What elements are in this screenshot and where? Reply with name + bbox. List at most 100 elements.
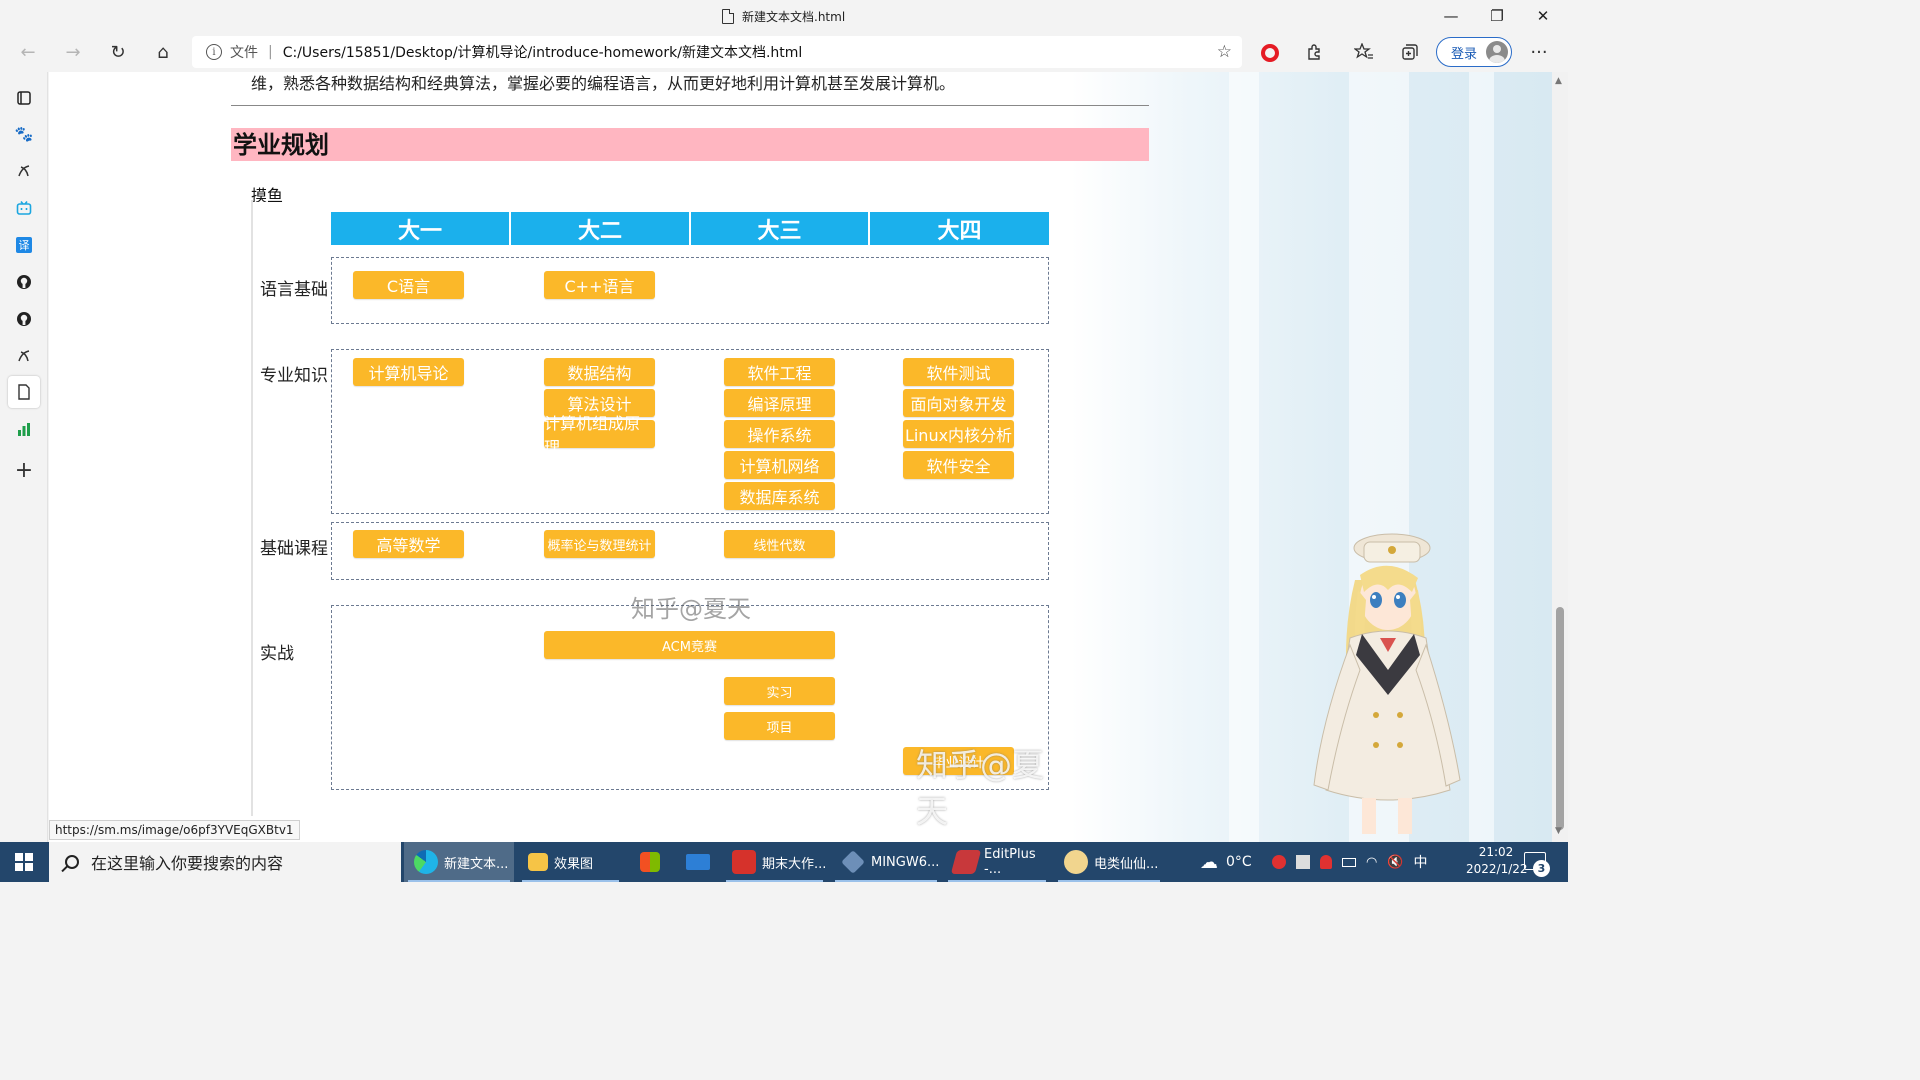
taskbar-search-placeholder: 在这里输入你要搜索的内容 bbox=[91, 854, 284, 873]
clock[interactable]: 21:02 2022/1/22 bbox=[1466, 844, 1528, 878]
taskbar-item-mail[interactable] bbox=[676, 842, 718, 882]
clock-date: 2022/1/22 bbox=[1466, 862, 1528, 876]
edge-icon bbox=[414, 850, 438, 874]
battery-icon[interactable] bbox=[1342, 857, 1356, 867]
taskbar-item-folder[interactable]: 效果图 bbox=[518, 842, 623, 882]
qq-tray-icon[interactable] bbox=[1320, 855, 1332, 869]
ime-indicator[interactable]: 中 bbox=[1414, 852, 1428, 872]
anime-character-widget[interactable] bbox=[1300, 520, 1470, 840]
folder-icon bbox=[528, 853, 548, 871]
study-plan-image[interactable]: 大一 大二 大三 大四 语言基础 专业知识 基础课程 实战 C语言 C++语言 … bbox=[253, 202, 1053, 830]
course-cpp: C++语言 bbox=[544, 271, 655, 299]
year-header: 大一 bbox=[331, 212, 511, 245]
forward-button[interactable]: → bbox=[57, 36, 89, 68]
taskbar-item-mingw[interactable]: MINGW6... bbox=[831, 842, 941, 882]
extensions-icon[interactable] bbox=[1299, 36, 1331, 68]
page-scrollbar[interactable]: ▲ ▼ bbox=[1552, 72, 1568, 842]
taskbar-item-label: MINGW6... bbox=[871, 854, 940, 870]
stats-icon[interactable] bbox=[8, 413, 40, 445]
baidu-icon[interactable]: 🐾 bbox=[8, 118, 40, 150]
epic-tray-icon[interactable] bbox=[1296, 855, 1310, 869]
login-button[interactable]: 登录 bbox=[1436, 37, 1512, 67]
row-label: 基础课程 bbox=[260, 539, 328, 559]
year-header: 大三 bbox=[691, 212, 870, 245]
maximize-button[interactable]: ❐ bbox=[1474, 0, 1520, 32]
title-bar: 新建文本文档.html — ❐ ✕ bbox=[0, 0, 1568, 32]
course-os: 操作系统 bbox=[724, 420, 835, 448]
weibo-tray-icon[interactable] bbox=[1272, 855, 1286, 869]
close-button[interactable]: ✕ bbox=[1520, 0, 1566, 32]
mingw-icon bbox=[841, 850, 865, 874]
taskbar-item-label: EditPlus -... bbox=[984, 847, 1036, 877]
search-icon bbox=[65, 855, 79, 869]
back-button[interactable]: ← bbox=[12, 36, 44, 68]
row-label: 语言基础 bbox=[260, 280, 328, 300]
wifi-icon[interactable]: ◠ bbox=[1366, 855, 1377, 870]
background-decoration bbox=[1469, 72, 1494, 842]
year-header: 大四 bbox=[870, 212, 1049, 245]
scroll-thumb[interactable] bbox=[1556, 607, 1564, 830]
scroll-up-icon[interactable]: ▲ bbox=[1555, 76, 1562, 86]
taskbar-item-editplus[interactable]: EditPlus -... bbox=[944, 842, 1050, 882]
course-calculus: 高等数学 bbox=[353, 530, 464, 558]
address-separator: | bbox=[268, 44, 273, 60]
translate-icon[interactable]: 译 bbox=[8, 229, 40, 261]
document-icon bbox=[722, 9, 734, 24]
divider bbox=[231, 105, 1149, 106]
course-compilers: 编译原理 bbox=[724, 389, 835, 417]
temperature: 0°C bbox=[1226, 854, 1252, 870]
tab-actions-icon[interactable] bbox=[8, 82, 40, 114]
home-button[interactable]: ⌂ bbox=[147, 36, 179, 68]
course-software-eng: 软件工程 bbox=[724, 358, 835, 386]
pinned-site-icon-2[interactable] bbox=[8, 340, 40, 372]
login-label: 登录 bbox=[1451, 46, 1478, 62]
group-avatar-icon bbox=[1064, 850, 1088, 874]
window-title: 新建文本文档.html bbox=[722, 8, 845, 25]
taskbar-item-label: 电类仙仙... bbox=[1094, 856, 1159, 872]
github-icon[interactable] bbox=[8, 266, 40, 298]
bilibili-icon[interactable] bbox=[8, 192, 40, 224]
vertical-sidebar: 🐾 译 + bbox=[0, 72, 48, 842]
course-project: 项目 bbox=[724, 712, 835, 740]
volume-icon[interactable]: 🔇 bbox=[1387, 855, 1403, 870]
opera-extension-icon[interactable] bbox=[1261, 44, 1279, 62]
cloud-icon: ☁ bbox=[1200, 851, 1218, 873]
course-networks: 计算机网络 bbox=[724, 451, 835, 479]
store-icon bbox=[640, 852, 660, 872]
taskbar-search[interactable]: 在这里输入你要搜索的内容 bbox=[49, 842, 401, 882]
current-page-icon[interactable] bbox=[8, 376, 40, 408]
scroll-down-icon[interactable]: ▼ bbox=[1555, 826, 1562, 836]
course-c: C语言 bbox=[353, 271, 464, 299]
more-menu-button[interactable]: ··· bbox=[1523, 36, 1555, 68]
pinned-site-icon[interactable] bbox=[8, 155, 40, 187]
taskbar-item-chat[interactable]: 电类仙仙... bbox=[1054, 842, 1164, 882]
weather-widget[interactable]: ☁ 0°C bbox=[1200, 842, 1252, 882]
info-icon[interactable]: i bbox=[206, 44, 222, 60]
course-organization: 计算机组成原理 bbox=[544, 414, 655, 457]
add-sidebar-item-icon[interactable]: + bbox=[8, 454, 40, 486]
refresh-button[interactable]: ↻ bbox=[102, 36, 134, 68]
collections-icon[interactable] bbox=[1394, 36, 1426, 68]
editplus-icon bbox=[950, 850, 982, 874]
taskbar-item-store[interactable] bbox=[630, 842, 672, 882]
windows-start-icon[interactable] bbox=[0, 842, 48, 882]
year-header: 大二 bbox=[511, 212, 691, 245]
favorites-icon[interactable] bbox=[1348, 36, 1380, 68]
course-security: 软件安全 bbox=[903, 451, 1014, 479]
taskbar-item-label: 效果图 bbox=[554, 856, 594, 872]
system-tray[interactable]: ◠ 🔇 中 bbox=[1272, 842, 1428, 882]
watermark: 知乎@夏天 bbox=[631, 595, 751, 623]
taskbar-item-word[interactable]: 期末大作... bbox=[722, 842, 827, 882]
github-icon-2[interactable] bbox=[8, 303, 40, 335]
course-linux: Linux内核分析 bbox=[903, 420, 1014, 448]
address-url[interactable]: C:/Users/15851/Desktop/计算机导论/introduce-h… bbox=[283, 42, 803, 62]
profile-avatar-icon bbox=[1486, 41, 1508, 63]
add-favorite-icon[interactable]: ☆ bbox=[1217, 42, 1232, 62]
browser-toolbar: ← → ↻ ⌂ i 文件 | C:/Users/15851/Desktop/计算… bbox=[0, 32, 1568, 72]
minimize-button[interactable]: — bbox=[1428, 0, 1474, 32]
notification-badge: 3 bbox=[1533, 860, 1550, 877]
taskbar-item-edge[interactable]: 新建文本... bbox=[404, 842, 514, 882]
section-heading: 学业规划 bbox=[231, 128, 1149, 161]
mail-icon bbox=[686, 854, 710, 870]
address-bar[interactable]: i 文件 | C:/Users/15851/Desktop/计算机导论/intr… bbox=[192, 36, 1242, 68]
